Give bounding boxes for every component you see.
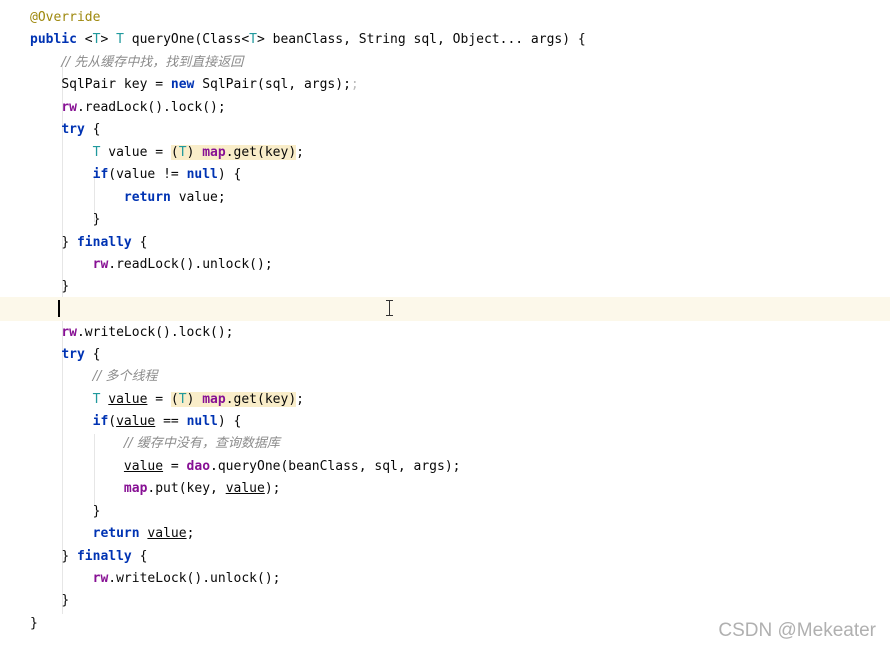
- code-line-5: rw.readLock().lock();: [61, 100, 226, 115]
- text-caret: [58, 300, 60, 317]
- code-line-6: try {: [61, 122, 101, 137]
- code-line-16: try {: [61, 347, 101, 362]
- code-line-7: T value = (T) map.get(key);: [92, 145, 304, 160]
- code-line-1: @Override: [30, 10, 101, 25]
- code-line-23: }: [92, 504, 101, 519]
- watermark: CSDN @Mekeater: [718, 620, 876, 641]
- code-line-27: }: [61, 593, 70, 608]
- ibeam-cursor-icon: [386, 300, 394, 316]
- code-line-21: value = dao.queryOne(beanClass, sql, arg…: [123, 459, 461, 474]
- inspection-highlight: (T) map.get(key): [170, 145, 297, 160]
- code-line-15: rw.writeLock().lock();: [61, 325, 234, 340]
- code-line-3: // 先从缓存中找，找到直接返回: [61, 55, 244, 70]
- code-line-10: }: [92, 212, 101, 227]
- code-line-22: map.put(key, value);: [123, 481, 281, 496]
- code-line-9: return value;: [123, 190, 226, 205]
- code-line-18: T value = (T) map.get(key);: [92, 392, 304, 407]
- code-line-19: if(value == null) {: [92, 414, 242, 429]
- code-editor[interactable]: @Override public <T> T queryOne(Class<T>…: [0, 0, 890, 652]
- code-line-2: public <T> T queryOne(Class<T> beanClass…: [30, 32, 586, 47]
- code-line-17: // 多个线程: [92, 369, 158, 384]
- inspection-highlight: (T) map.get(key): [170, 392, 297, 407]
- code-line-20: // 缓存中没有，查询数据库: [123, 436, 280, 451]
- code-line-11: } finally {: [61, 235, 148, 250]
- code-line-24: return value;: [92, 526, 195, 541]
- current-line[interactable]: [0, 297, 890, 321]
- code-line-4: SqlPair key = new SqlPair(sql, args);;: [61, 77, 359, 92]
- code-line-25: } finally {: [61, 549, 148, 564]
- code-line-8: if(value != null) {: [92, 167, 242, 182]
- code-line-12: rw.readLock().unlock();: [92, 257, 273, 272]
- code-line-26: rw.writeLock().unlock();: [92, 571, 281, 586]
- code-line-13: }: [61, 279, 70, 294]
